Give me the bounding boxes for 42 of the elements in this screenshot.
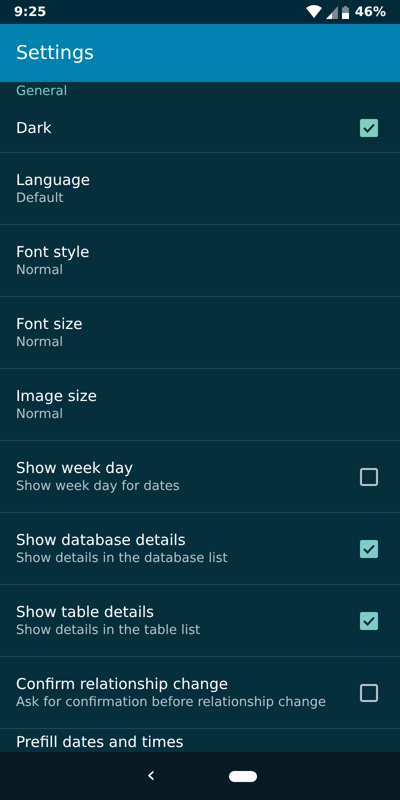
status-time: 9:25 <box>14 4 46 20</box>
setting-title: Font style <box>16 243 90 261</box>
setting-summary: Show week day for dates <box>16 479 181 494</box>
checkbox[interactable] <box>360 468 378 486</box>
setting-title: Dark <box>16 119 53 137</box>
screen-title: Settings <box>16 42 94 64</box>
setting-row[interactable]: Confirm relationship change Ask for confirmation before relationship change <box>0 657 400 729</box>
signal-icon <box>326 6 338 18</box>
setting-title: Prefill dates and times <box>16 733 184 751</box>
battery-icon <box>342 6 349 18</box>
wifi-icon <box>306 5 322 19</box>
setting-summary: Normal <box>16 263 64 278</box>
setting-row[interactable]: Prefill dates and times <box>0 729 400 752</box>
home-button[interactable] <box>229 770 258 782</box>
setting-row[interactable]: Show week day Show week day for dates <box>0 441 400 513</box>
setting-title: Image size <box>16 387 98 405</box>
setting-summary: Normal <box>16 335 64 350</box>
setting-title: Language <box>16 171 92 189</box>
setting-title: Show table details <box>16 603 155 621</box>
setting-summary: Normal <box>16 407 64 422</box>
setting-title: Confirm relationship change <box>16 675 230 693</box>
setting-title: Show database details <box>16 531 187 549</box>
setting-row[interactable]: Font size Normal <box>0 297 400 369</box>
back-button[interactable]: ‹ <box>142 765 160 787</box>
setting-row[interactable]: Font style Normal <box>0 225 400 297</box>
setting-row[interactable]: Show table details Show details in the table list <box>0 585 400 657</box>
battery-level: 46% <box>354 4 386 20</box>
setting-row[interactable]: Language Default <box>0 153 400 225</box>
setting-summary: Show details in the database list <box>16 551 229 566</box>
setting-summary: Default <box>16 191 64 206</box>
section-header: General <box>15 83 68 101</box>
setting-title: Font size <box>16 315 84 333</box>
setting-row[interactable]: Dark <box>0 104 400 153</box>
setting-summary: Show details in the table list <box>16 623 202 638</box>
setting-title: Show week day <box>16 459 134 477</box>
checkbox[interactable] <box>360 684 378 702</box>
setting-row[interactable]: Show database details Show details in the database list <box>0 513 400 585</box>
checkbox[interactable] <box>360 612 378 630</box>
setting-row[interactable]: Image size Normal <box>0 369 400 441</box>
checkbox[interactable] <box>360 540 378 558</box>
checkbox[interactable] <box>360 119 378 137</box>
setting-summary: Ask for confirmation before relationship change <box>16 695 328 710</box>
